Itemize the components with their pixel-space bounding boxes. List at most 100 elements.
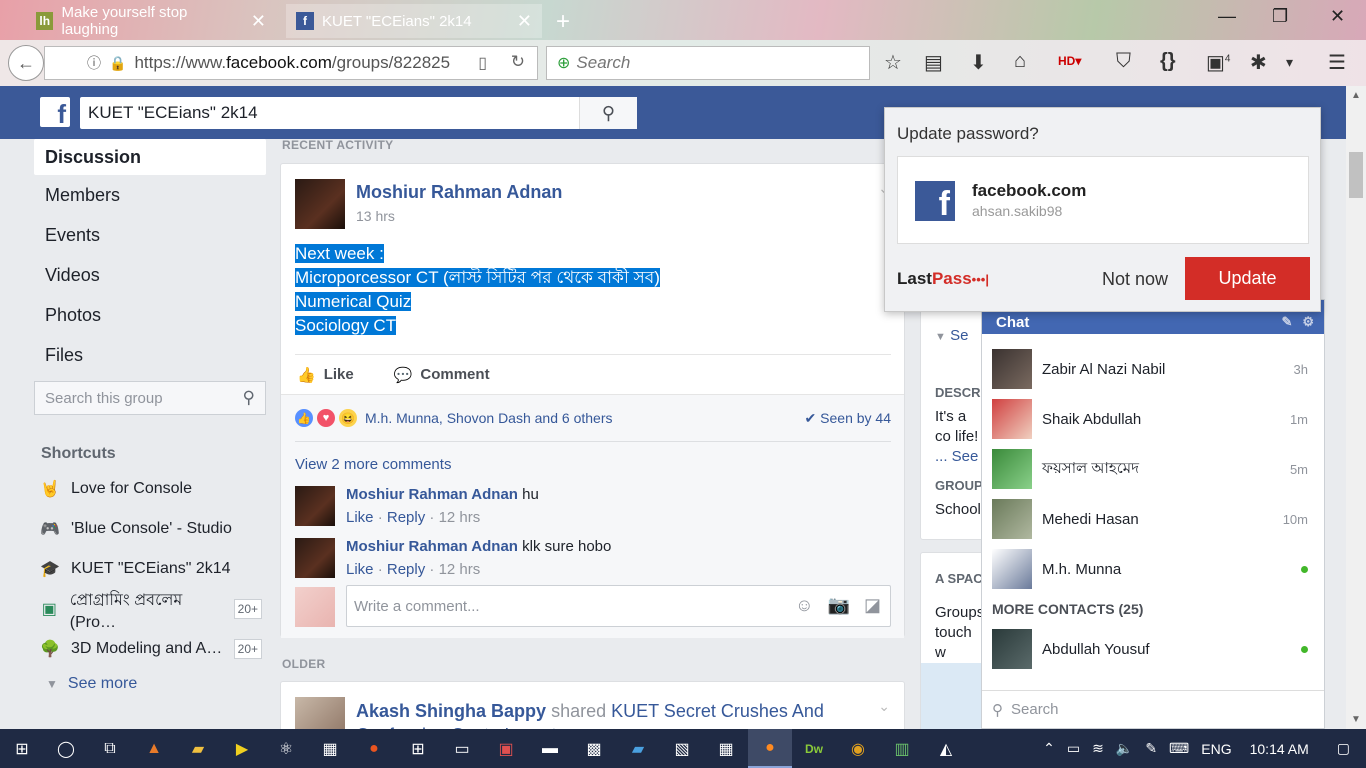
bookmarks-list-icon[interactable]: ▤: [924, 50, 943, 75]
post-author[interactable]: Moshiur Rahman Adnan: [356, 182, 562, 203]
facebook-search-box[interactable]: KUET "ECEians" 2k14 ⚲: [80, 97, 637, 129]
close-tab-icon[interactable]: ✕: [251, 11, 266, 32]
restore-icon[interactable]: ❐: [1272, 6, 1288, 27]
comment-author[interactable]: Moshiur Rahman Adnan: [346, 486, 518, 503]
pen-icon[interactable]: ✎: [1145, 740, 1157, 757]
emoji-icon[interactable]: ☺: [795, 595, 813, 616]
nav-events[interactable]: Events: [34, 215, 266, 255]
shortcut-kuet-eceians[interactable]: 🎓 KUET "ECEians" 2k14: [34, 549, 266, 589]
scroll-up-icon[interactable]: ▲: [1351, 90, 1361, 101]
app-blue-icon[interactable]: ▰: [616, 729, 660, 768]
comment-timestamp[interactable]: 12 hrs: [439, 561, 481, 578]
avatar[interactable]: [295, 486, 335, 526]
reload-icon[interactable]: ↻: [511, 52, 525, 72]
facebook-logo-icon[interactable]: f: [40, 97, 70, 127]
keyboard-icon[interactable]: ⌨: [1169, 740, 1189, 757]
comment-author[interactable]: Moshiur Rahman Adnan: [346, 538, 518, 555]
home-icon[interactable]: ⌂: [1014, 50, 1026, 73]
tab-facebook-group[interactable]: f KUET "ECEians" 2k14 ✕: [286, 4, 542, 38]
comment-button[interactable]: 💬 Comment: [394, 366, 490, 384]
nav-discussion[interactable]: Discussion: [34, 139, 266, 175]
calculator-icon[interactable]: ▦: [704, 729, 748, 768]
page-scrollbar[interactable]: ▲ ▼: [1346, 86, 1366, 729]
shortcut-love-for-console[interactable]: 🤘 Love for Console: [34, 469, 266, 509]
chat-contact[interactable]: Zabir Al Nazi Nabil 3h: [982, 344, 1324, 394]
comment-reply-link[interactable]: Reply: [387, 561, 425, 578]
comment-timestamp[interactable]: 12 hrs: [439, 509, 481, 526]
volume-icon[interactable]: 🔈: [1116, 740, 1133, 757]
chrome-icon[interactable]: ◉: [836, 729, 880, 768]
group-search-input[interactable]: Search this group ⚲: [34, 381, 266, 415]
comment-reply-link[interactable]: Reply: [387, 509, 425, 526]
wifi-icon[interactable]: ≋: [1092, 740, 1104, 757]
scroll-down-icon[interactable]: ▼: [1351, 714, 1361, 725]
reactors-link[interactable]: M.h. Munna, Shovon Dash and 6 others: [365, 410, 612, 426]
nav-files[interactable]: Files: [34, 335, 266, 375]
unity-icon[interactable]: ◭: [924, 729, 968, 768]
bug-addon-icon[interactable]: ✱: [1250, 50, 1267, 75]
close-window-icon[interactable]: ✕: [1330, 6, 1345, 27]
chat-search-input[interactable]: ⚲ Search: [982, 690, 1324, 728]
tray-chevron-up-icon[interactable]: ⌃: [1043, 740, 1055, 757]
microsoft-store-icon[interactable]: ⊞: [396, 729, 440, 768]
chat-contact[interactable]: Shaik Abdullah 1m: [982, 394, 1324, 444]
app-panel-icon[interactable]: ▩: [572, 729, 616, 768]
windows-start-icon[interactable]: ⊞: [0, 729, 44, 768]
addon-counter-icon[interactable]: ▣4: [1206, 50, 1230, 75]
tab-laughing[interactable]: lh Make yourself stop laughing ✕: [26, 4, 276, 38]
cortana-icon[interactable]: ◯: [44, 729, 88, 768]
compose-icon[interactable]: ✎: [1281, 314, 1292, 330]
view-more-comments-link[interactable]: View 2 more comments: [295, 456, 451, 473]
avatar[interactable]: [295, 538, 335, 578]
update-button[interactable]: Update: [1185, 257, 1310, 300]
scroll-thumb[interactable]: [1349, 152, 1363, 198]
camera-icon[interactable]: 📷: [828, 595, 850, 616]
dreamweaver-icon[interactable]: Dw: [792, 729, 836, 768]
chat-contact[interactable]: Mehedi Hasan 10m: [982, 494, 1324, 544]
shortcut-blue-console[interactable]: 🎮 'Blue Console' - Studio: [34, 509, 266, 549]
download-icon[interactable]: ⬇: [970, 50, 987, 75]
search-engine-icon[interactable]: ⊕: [557, 53, 570, 73]
minimize-icon[interactable]: —: [1218, 6, 1236, 27]
ubuntu-icon[interactable]: ●: [352, 729, 396, 768]
firefox-icon[interactable]: ●: [748, 729, 792, 768]
nav-videos[interactable]: Videos: [34, 255, 266, 295]
shortcut-programming-problem[interactable]: ▣ প্রোগ্রামিং প্রবলেম (Pro… 20+: [34, 589, 266, 631]
close-tab-icon[interactable]: ✕: [517, 11, 532, 32]
clock[interactable]: 10:14 AM: [1250, 741, 1309, 757]
pocket-icon[interactable]: ⛉: [1116, 50, 1131, 73]
task-view-icon[interactable]: ⧉: [88, 729, 132, 768]
browser-search-bar[interactable]: ⊕: [546, 46, 870, 80]
language-indicator[interactable]: ENG: [1201, 741, 1231, 757]
search-icon[interactable]: ⚲: [243, 388, 255, 408]
comment-like-link[interactable]: Like: [346, 509, 374, 526]
post-author[interactable]: Akash Shingha Bappy: [356, 701, 546, 721]
hamburger-menu-icon[interactable]: ☰: [1328, 50, 1346, 75]
app-window-icon[interactable]: ▭: [440, 729, 484, 768]
chat-contact[interactable]: Abdullah Yousuf: [982, 624, 1324, 674]
like-button[interactable]: 👍 Like: [297, 366, 354, 384]
notifications-icon[interactable]: ▢: [1337, 740, 1350, 757]
nav-photos[interactable]: Photos: [34, 295, 266, 335]
new-tab-icon[interactable]: +: [556, 8, 570, 36]
chat-contact[interactable]: M.h. Munna: [982, 544, 1324, 594]
sticker-icon[interactable]: ◪: [864, 595, 881, 616]
chat-contact[interactable]: ফয়সাল আহমেদ 5m: [982, 444, 1324, 494]
network-app-icon[interactable]: ▧: [660, 729, 704, 768]
browser-search-input[interactable]: [576, 53, 847, 73]
battery-icon[interactable]: ▭: [1067, 740, 1080, 757]
comment-like-link[interactable]: Like: [346, 561, 374, 578]
bookmark-star-icon[interactable]: ☆: [884, 50, 902, 75]
file-explorer-icon[interactable]: ▰: [176, 729, 220, 768]
see-all-link[interactable]: ▼ Se: [935, 327, 968, 344]
info-icon[interactable]: ⓘ: [87, 53, 101, 73]
chevron-down-icon[interactable]: ⌄: [878, 698, 890, 715]
see-more-link[interactable]: ▼ See more: [34, 669, 266, 699]
json-addon-icon[interactable]: {}: [1160, 50, 1176, 73]
app-drive-icon[interactable]: ▬: [528, 729, 572, 768]
shortcut-3d-modeling[interactable]: 🌳 3D Modeling and A… 20+: [34, 629, 266, 669]
hd-addon-icon[interactable]: HD▾: [1058, 54, 1081, 68]
media-player-icon[interactable]: ▶: [220, 729, 264, 768]
back-arrow-icon[interactable]: ←: [8, 45, 44, 81]
see-more-link[interactable]: ... See: [935, 447, 978, 467]
